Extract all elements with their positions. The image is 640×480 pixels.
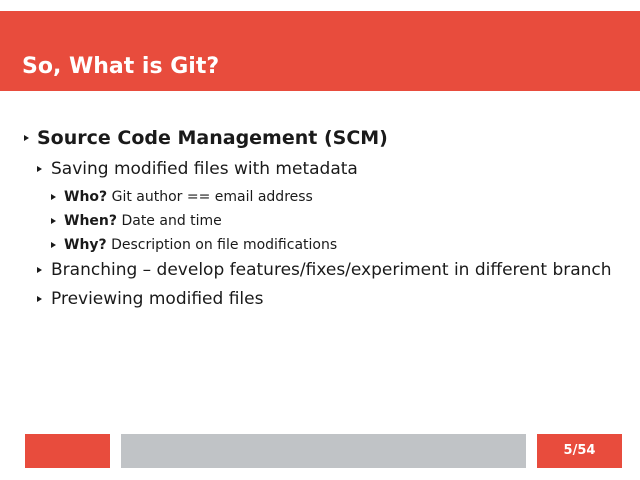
bullet-why: Why? Description on file modifications [51,236,338,254]
bullet-scm-text: Source Code Management (SCM) [37,127,388,149]
bullet-arrow-icon [51,194,56,200]
slide-title: So, What is Git? [22,54,220,79]
bullet-when-label: When? [64,213,117,229]
footer-left-block [25,434,110,468]
bullet-arrow-icon [24,135,29,141]
bullet-scm: Source Code Management (SCM) [24,126,388,150]
bullet-saving: Saving modified files with metadata [37,158,358,180]
page-number: 5/54 [563,443,596,458]
bullet-branching-text: Branching – develop features/fixes/exper… [51,260,612,280]
bullet-arrow-icon [37,296,42,302]
slide: So, What is Git? Source Code Management … [0,0,640,480]
bullet-arrow-icon [51,218,56,224]
footer-progress-bar [121,434,526,468]
bullet-who: Who? Git author == email address [51,188,313,206]
bullet-arrow-icon [51,242,56,248]
bullet-who-text: Git author == email address [111,189,313,205]
bullet-branching: Branching – develop features/fixes/exper… [37,259,612,281]
bullet-when: When? Date and time [51,212,222,230]
bullet-previewing: Previewing modified files [37,288,264,310]
bullet-when-text: Date and time [121,213,222,229]
bullet-arrow-icon [37,267,42,273]
bullet-who-label: Who? [64,189,108,205]
bullet-why-text: Description on file modifications [111,237,338,253]
bullet-saving-text: Saving modified files with metadata [51,159,358,179]
bullet-previewing-text: Previewing modified files [51,289,264,309]
bullet-why-label: Why? [64,237,107,253]
footer-page-block: 5/54 [537,434,622,468]
bullet-arrow-icon [37,166,42,172]
